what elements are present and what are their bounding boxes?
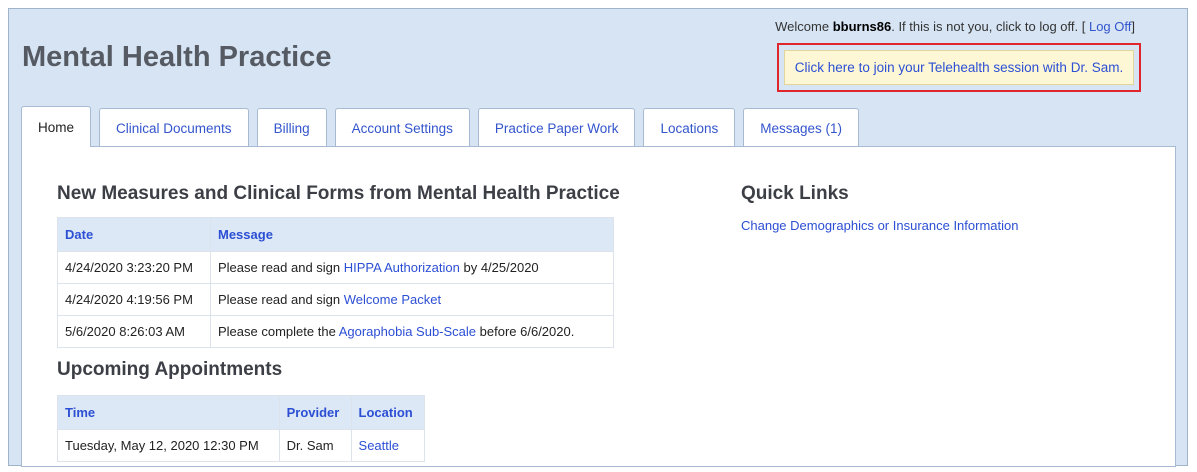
tab-locations[interactable]: Locations bbox=[643, 108, 736, 147]
appointments-table: Time Provider Location Tuesday, May 12, … bbox=[57, 395, 426, 462]
measures-heading: New Measures and Clinical Forms from Men… bbox=[57, 183, 620, 204]
welcome-prefix: Welcome bbox=[775, 19, 830, 34]
quick-links-heading: Quick Links bbox=[741, 183, 849, 204]
appointment-provider: Dr. Sam bbox=[278, 429, 352, 462]
table-row: 5/6/2020 8:26:03 AM Please complete the … bbox=[57, 315, 614, 348]
welcome-packet-link[interactable]: Welcome Packet bbox=[344, 292, 441, 307]
table-row: 4/24/2020 3:23:20 PM Please read and sig… bbox=[57, 251, 614, 284]
telehealth-highlight: Click here to join your Telehealth sessi… bbox=[777, 43, 1141, 92]
tab-billing[interactable]: Billing bbox=[256, 108, 327, 147]
row-date: 4/24/2020 3:23:20 PM bbox=[57, 251, 211, 284]
row-message: Please read and sign Welcome Packet bbox=[210, 283, 614, 316]
welcome-close: ] bbox=[1131, 19, 1135, 34]
tab-home[interactable]: Home bbox=[21, 106, 92, 147]
tab-bar: Home Clinical Documents Billing Account … bbox=[21, 106, 867, 147]
welcome-bar: Welcome bburns86. If this is not you, cl… bbox=[775, 19, 1135, 34]
appointment-location: Seattle bbox=[350, 429, 426, 462]
welcome-suffix: . If this is not you, click to log off. … bbox=[891, 19, 1086, 34]
message-text: Please complete the bbox=[218, 324, 339, 339]
tab-messages[interactable]: Messages (1) bbox=[743, 108, 860, 147]
row-date: 4/24/2020 4:19:56 PM bbox=[57, 283, 211, 316]
column-header-message: Message bbox=[210, 217, 614, 252]
page-title: Mental Health Practice bbox=[22, 41, 332, 73]
telehealth-join-button[interactable]: Click here to join your Telehealth sessi… bbox=[784, 50, 1134, 85]
username: bburns86 bbox=[832, 19, 892, 34]
message-text: Please read and sign bbox=[218, 260, 344, 275]
tab-clinical-documents[interactable]: Clinical Documents bbox=[99, 108, 249, 147]
table-row: Tuesday, May 12, 2020 12:30 PM Dr. Sam S… bbox=[57, 429, 426, 462]
row-message: Please complete the Agoraphobia Sub-Scal… bbox=[210, 315, 614, 348]
log-off-link[interactable]: Log Off bbox=[1089, 19, 1131, 34]
change-demographics-link[interactable]: Change Demographics or Insurance Informa… bbox=[741, 218, 1018, 233]
agoraphobia-sub-scale-link[interactable]: Agoraphobia Sub-Scale bbox=[339, 324, 476, 339]
row-date: 5/6/2020 8:26:03 AM bbox=[57, 315, 211, 348]
row-message: Please read and sign HIPPA Authorization… bbox=[210, 251, 614, 284]
column-header-date: Date bbox=[57, 217, 211, 252]
table-header-row: Date Message bbox=[57, 217, 614, 252]
appointment-time: Tuesday, May 12, 2020 12:30 PM bbox=[57, 429, 280, 462]
column-header-time: Time bbox=[57, 395, 280, 430]
portal-frame: Welcome bburns86. If this is not you, cl… bbox=[8, 8, 1188, 467]
message-text: Please read and sign bbox=[218, 292, 344, 307]
hippa-authorization-link[interactable]: HIPPA Authorization bbox=[344, 260, 460, 275]
column-header-provider: Provider bbox=[278, 395, 352, 430]
location-seattle-link[interactable]: Seattle bbox=[359, 438, 399, 453]
column-header-location: Location bbox=[350, 395, 426, 430]
message-text: before 6/6/2020. bbox=[476, 324, 575, 339]
tab-practice-paper-work[interactable]: Practice Paper Work bbox=[477, 108, 636, 147]
table-row: 4/24/2020 4:19:56 PM Please read and sig… bbox=[57, 283, 614, 316]
tab-account-settings[interactable]: Account Settings bbox=[334, 108, 470, 147]
appointments-heading: Upcoming Appointments bbox=[57, 359, 283, 380]
measures-table: Date Message 4/24/2020 3:23:20 PM Please… bbox=[57, 217, 614, 348]
message-text: by 4/25/2020 bbox=[459, 260, 539, 275]
table-header-row: Time Provider Location bbox=[57, 395, 426, 430]
home-content-panel: New Measures and Clinical Forms from Men… bbox=[21, 146, 1176, 467]
